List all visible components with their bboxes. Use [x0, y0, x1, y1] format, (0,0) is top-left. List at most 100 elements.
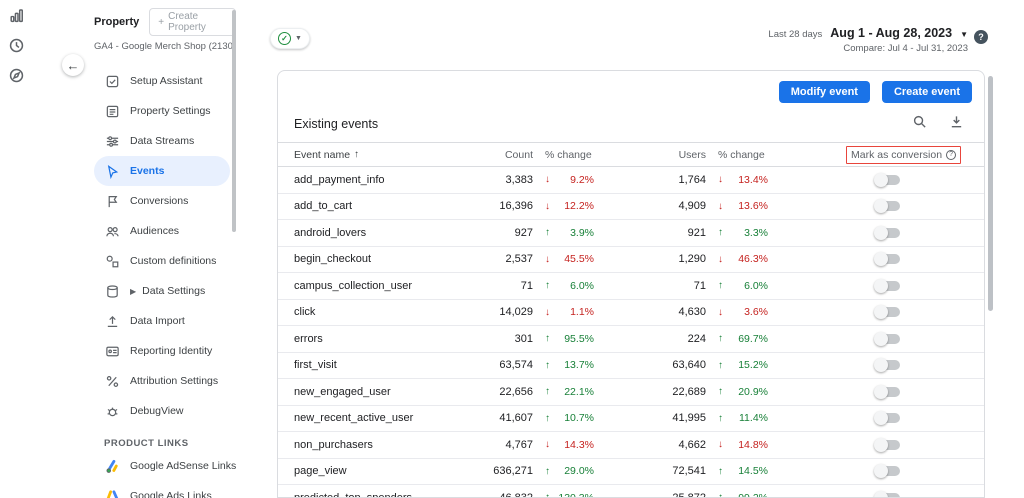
users-change-cell: ↑ 11.4%	[706, 412, 774, 424]
event-name-cell: page_view	[294, 465, 347, 478]
sidebar-item-data-import[interactable]: Data Import	[94, 306, 230, 336]
trend-arrow-icon: ↓	[545, 200, 550, 212]
sidebar-item-google-ads-links[interactable]: Google Ads Links	[94, 481, 230, 498]
column-header-users[interactable]: Users	[594, 149, 706, 161]
search-icon[interactable]	[912, 114, 927, 134]
mark-as-conversion-toggle[interactable]	[874, 331, 900, 346]
mark-as-conversion-toggle[interactable]	[874, 464, 900, 479]
column-header-event-name[interactable]: Event name ↑	[294, 149, 469, 161]
conversion-cell	[774, 384, 968, 399]
sidebar-item-google-adsense-links[interactable]: Google AdSense Links	[94, 451, 236, 481]
mark-as-conversion-toggle[interactable]	[874, 199, 900, 214]
sidebar-item-debugview[interactable]: DebugView	[94, 396, 230, 426]
sidebar-menu: Setup Assistant Property Settings Data S…	[32, 66, 236, 498]
sidebar-item-conversions[interactable]: Conversions	[94, 186, 230, 216]
column-header-label: Event name	[294, 148, 351, 161]
mark-as-conversion-toggle[interactable]	[874, 172, 900, 187]
users-cell: 921	[687, 226, 706, 239]
table-row: begin_checkout 2,537 ↓ 45.5% 1,290 ↓ 46.…	[278, 247, 984, 273]
column-header-count[interactable]: Count	[469, 149, 533, 161]
reports-icon[interactable]	[0, 0, 32, 30]
change-value: 20.9%	[738, 385, 768, 398]
mark-as-conversion-toggle[interactable]	[874, 384, 900, 399]
sidebar-item-reporting-identity[interactable]: Reporting Identity	[94, 336, 230, 366]
sidebar-item-label: Data Import	[130, 315, 185, 327]
table-row: campus_collection_user 71 ↑ 6.0% 71 ↑ 6.…	[278, 273, 984, 300]
mark-as-conversion-toggle[interactable]	[874, 437, 900, 452]
modify-event-button[interactable]: Modify event	[778, 81, 870, 103]
mark-as-conversion-toggle[interactable]	[874, 252, 900, 267]
sidebar-item-label: Events	[130, 165, 165, 177]
count-change-cell: ↑ 13.7%	[533, 359, 594, 371]
trend-arrow-icon: ↓	[718, 439, 723, 451]
trend-arrow-icon: ↑	[718, 492, 723, 498]
table-header-row: Event name ↑ Count % change Users % chan…	[278, 143, 984, 167]
trend-arrow-icon: ↑	[545, 359, 550, 371]
realtime-icon[interactable]	[0, 30, 32, 60]
count-cell: 71	[520, 279, 533, 292]
table-row: first_visit 63,574 ↑ 13.7% 63,640 ↑ 15.2…	[278, 353, 984, 379]
mark-as-conversion-toggle[interactable]	[874, 411, 900, 426]
sidebar-item-label: Google AdSense Links	[130, 460, 237, 472]
help-icon[interactable]: ?	[974, 30, 988, 44]
users-change-cell: ↓ 46.3%	[706, 253, 774, 265]
conversion-cell	[774, 437, 968, 452]
table-row: non_purchasers 4,767 ↓ 14.3% 4,662 ↓ 14.…	[278, 432, 984, 459]
data-import-icon	[104, 313, 120, 329]
event-name-cell: errors	[294, 332, 323, 345]
download-icon[interactable]	[949, 114, 964, 134]
sidebar-item-audiences[interactable]: Audiences	[94, 216, 230, 246]
trend-arrow-icon: ↑	[545, 386, 550, 398]
mark-as-conversion-toggle[interactable]	[874, 225, 900, 240]
property-name: GA4 - Google Merch Shop (213025502)	[94, 41, 263, 52]
mark-as-conversion-toggle[interactable]	[874, 358, 900, 373]
date-range-picker[interactable]: Last 28 days Aug 1 - Aug 28, 2023 ▼	[768, 26, 968, 40]
event-name-cell: add_to_cart	[294, 200, 353, 213]
date-range-block: Last 28 days Aug 1 - Aug 28, 2023 ▼ Comp…	[768, 26, 968, 54]
change-value: 15.2%	[738, 359, 768, 372]
change-value: 3.3%	[744, 226, 768, 239]
help-tooltip-icon[interactable]: ?	[946, 149, 957, 160]
change-value: 29.0%	[564, 465, 594, 478]
change-value: 3.9%	[570, 226, 594, 239]
table-row: add_payment_info 3,383 ↓ 9.2% 1,764 ↓ 13…	[278, 167, 984, 194]
mark-as-conversion-toggle[interactable]	[874, 278, 900, 293]
sidebar-item-data-streams[interactable]: Data Streams	[94, 126, 230, 156]
existing-events-card: Modify event Create event Existing event…	[277, 70, 985, 498]
users-change-cell: ↑ 69.7%	[706, 333, 774, 345]
trend-arrow-icon: ↑	[718, 333, 723, 345]
change-value: 69.7%	[738, 332, 768, 345]
users-change-cell: ↑ 99.2%	[706, 492, 774, 498]
change-value: 95.5%	[564, 332, 594, 345]
sidebar-item-property-settings[interactable]: Property Settings	[94, 96, 230, 126]
main-scrollbar[interactable]	[988, 76, 993, 311]
event-name-cell: new_engaged_user	[294, 385, 391, 398]
sidebar-item-data-settings[interactable]: ▶ Data Settings	[94, 276, 230, 306]
change-value: 13.6%	[738, 200, 768, 213]
toggle-knob	[874, 172, 888, 187]
sidebar-item-attribution-settings[interactable]: Attribution Settings	[94, 366, 230, 396]
back-button[interactable]: ←	[62, 54, 84, 76]
count-change-cell: ↓ 9.2%	[533, 174, 594, 186]
sidebar-item-custom-definitions[interactable]: Custom definitions	[94, 246, 230, 276]
custom-definitions-icon	[104, 253, 120, 269]
users-cell: 22,689	[672, 385, 706, 398]
create-property-button[interactable]: + Create Property	[149, 8, 236, 36]
sidebar-item-events[interactable]: Events	[94, 156, 230, 186]
change-value: 10.7%	[564, 412, 594, 425]
users-change-cell: ↓ 13.6%	[706, 200, 774, 212]
conversions-icon	[104, 193, 120, 209]
sidebar-item-setup-assistant[interactable]: Setup Assistant	[94, 66, 230, 96]
conversion-cell	[774, 199, 968, 214]
change-value: 1.1%	[570, 306, 594, 319]
trend-arrow-icon: ↑	[718, 280, 723, 292]
count-change-cell: ↑ 10.7%	[533, 412, 594, 424]
create-event-button[interactable]: Create event	[881, 81, 972, 103]
count-change-cell: ↑ 95.5%	[533, 333, 594, 345]
mark-as-conversion-toggle[interactable]	[874, 305, 900, 320]
table-row: predicted_top_spenders 46,832 ↑ 130.3% 2…	[278, 485, 984, 498]
mark-as-conversion-toggle[interactable]	[874, 490, 900, 497]
count-cell: 41,607	[499, 412, 533, 425]
explore-icon[interactable]	[0, 60, 32, 90]
status-check-dropdown[interactable]: ✓ ▼	[270, 28, 310, 49]
